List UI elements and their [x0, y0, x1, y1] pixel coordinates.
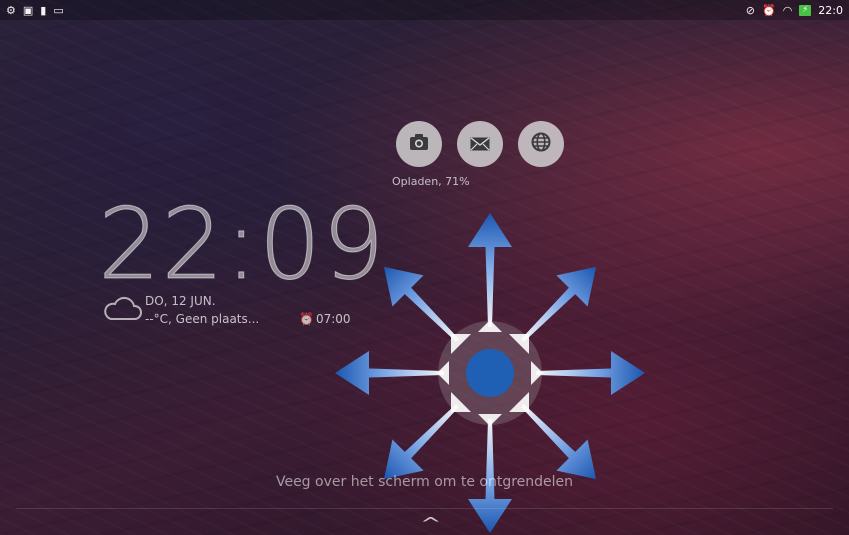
chevron-up-icon[interactable]: ^ — [420, 514, 441, 533]
unlock-gesture-overlay — [335, 213, 645, 533]
unlock-hint: Veeg over het scherm om te ontgrendelen — [275, 474, 574, 490]
bottom-divider — [16, 508, 833, 509]
unlock-handle[interactable] — [466, 349, 514, 397]
unlock-arrow-up-icon — [468, 213, 512, 327]
unlock-arrow-right-icon — [536, 351, 645, 395]
unlock-arrow-left-icon — [335, 351, 444, 395]
